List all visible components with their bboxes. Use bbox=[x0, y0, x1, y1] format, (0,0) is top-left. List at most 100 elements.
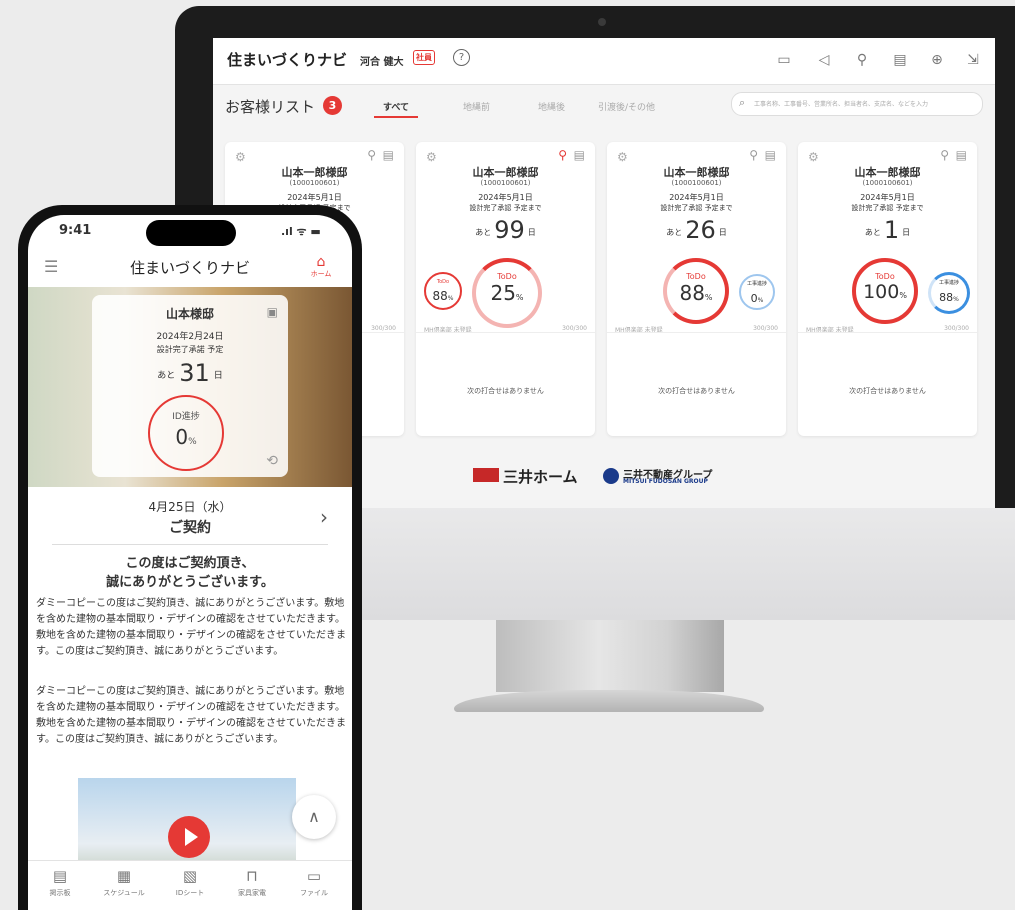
home-button[interactable]: ⌂ ホーム bbox=[308, 255, 334, 279]
staff-badge: 社員 bbox=[413, 50, 435, 65]
tab-after-groundbreaking[interactable]: 地縄後 bbox=[538, 100, 565, 113]
building-icon[interactable]: ▤ bbox=[765, 148, 776, 162]
milestone-date: 2024年5月1日 bbox=[669, 193, 724, 202]
status-time: 9:41 bbox=[59, 223, 92, 238]
plus-circle-icon[interactable]: ⊕ bbox=[929, 52, 945, 68]
pin-icon[interactable]: ⚲ bbox=[940, 148, 949, 162]
card-divider bbox=[607, 332, 786, 333]
building-icon[interactable]: ▤ bbox=[383, 148, 394, 162]
next-meeting: 次の打合せはありません bbox=[467, 387, 544, 395]
refresh-icon[interactable]: ⟲ bbox=[266, 453, 278, 469]
card-divider bbox=[416, 332, 595, 333]
monitor-stand bbox=[496, 620, 724, 692]
message-title-line2: 誠にありがとうございます。 bbox=[106, 575, 274, 590]
milestone-date: 2024年5月1日 bbox=[860, 193, 915, 202]
customer-count-badge: 3 bbox=[323, 96, 342, 115]
calendar-icon: ▦ bbox=[116, 867, 132, 885]
project-summary-card[interactable]: ▣ 山本様邸 2024年2月24日 設計完了承諾 予定 あと 31 日 ID進捗 0… bbox=[92, 295, 288, 477]
days-remaining: あと 1 日 bbox=[864, 216, 911, 244]
customer-card[interactable]: ⚙ ⚲ ▤ 山本一郎様邸 (1000100601) 2024年5月1日 設計完了… bbox=[416, 142, 595, 436]
message-paragraph: ダミーコピーこの度はご契約頂き、誠にありがとうございます。敷地を含めた建物の基本… bbox=[36, 686, 346, 745]
logout-icon[interactable]: ⇲ bbox=[965, 52, 981, 68]
settings-icon[interactable]: ⚙ bbox=[235, 150, 246, 164]
nav-item-id-sheet[interactable]: ▧ IDシート bbox=[160, 867, 220, 898]
megaphone-icon[interactable]: ◁ bbox=[816, 52, 832, 68]
todo-progress: ToDo 100% bbox=[852, 258, 918, 324]
building-icon[interactable]: ▤ bbox=[574, 148, 585, 162]
todo-progress-small: ToDo 88% bbox=[424, 272, 462, 310]
days-remaining: あと 99 日 bbox=[475, 216, 536, 244]
days-remaining: あと 26 日 bbox=[666, 216, 727, 244]
settings-icon[interactable]: ⚙ bbox=[426, 150, 437, 164]
board-icon: ▤ bbox=[52, 867, 68, 885]
event-title: ご契約 bbox=[169, 520, 211, 536]
pin-icon[interactable]: ⚲ bbox=[367, 148, 376, 162]
home-label: ホーム bbox=[310, 270, 332, 278]
building-icon[interactable]: ▤ bbox=[892, 52, 908, 68]
scroll-to-top-button[interactable]: ∧ bbox=[292, 795, 336, 839]
sheet-icon: ▧ bbox=[182, 867, 198, 885]
nav-item-board[interactable]: ▤ 掲示板 bbox=[30, 867, 90, 898]
dynamic-island bbox=[146, 220, 236, 246]
search-input[interactable]: ⌕ 工事名称、工事番号、営業所名、担当者名、支店名、などを入力 bbox=[731, 92, 983, 116]
mitsui-home-logo: 三井ホーム bbox=[503, 468, 578, 486]
phone-app-title: 住まいづくりナビ bbox=[129, 259, 250, 277]
tab-delivered-other[interactable]: 引渡後/その他 bbox=[598, 100, 655, 113]
construction-progress: 工事進捗 88% bbox=[928, 272, 970, 314]
bottom-nav: ▤ 掲示板 ▦ スケジュール ▧ IDシート ⊓ 家具家電 ▭ ファイル bbox=[28, 860, 352, 910]
milestone-date: 2024年5月1日 bbox=[287, 193, 342, 202]
todo-progress: ToDo 25% bbox=[472, 258, 542, 328]
customer-name: 山本一郎様邸 bbox=[472, 166, 539, 179]
customer-code: (1000100601) bbox=[289, 179, 340, 187]
desktop-header: 住まいづくりナビ 河合 健大 社員 ? ▭ ◁ ⚲ ▤ ⊕ ⇲ bbox=[213, 38, 995, 85]
message-paragraph: ダミーコピーこの度はご契約頂き、誠にありがとうございます。敷地を含めた建物の基本… bbox=[36, 598, 346, 657]
customer-card[interactable]: ⚙ ⚲ ▤ 山本一郎様邸 (1000100601) 2024年5月1日 設計完了… bbox=[607, 142, 786, 436]
app-title: 住まいづくりナビ bbox=[227, 51, 348, 69]
folder-icon: ▭ bbox=[306, 867, 322, 885]
settings-icon[interactable]: ⚙ bbox=[808, 150, 819, 164]
score: 300/300 bbox=[371, 325, 396, 332]
nav-item-files[interactable]: ▭ ファイル bbox=[284, 867, 344, 898]
divider bbox=[52, 544, 328, 545]
todo-progress: ToDo 88% bbox=[663, 258, 729, 324]
milestone-label: 設計完了承認 予定まで bbox=[660, 204, 733, 212]
pin-icon[interactable]: ⚲ bbox=[749, 148, 758, 162]
milestone-label: 設計完了承諾 予定 bbox=[156, 345, 224, 354]
mitsui-home-logo-mark bbox=[473, 468, 499, 482]
active-tab-indicator bbox=[374, 116, 418, 118]
pin-icon[interactable]: ⚲ bbox=[854, 52, 870, 68]
project-name: 山本様邸 bbox=[165, 307, 214, 321]
monitor-stand-base bbox=[454, 690, 764, 712]
id-progress-ring: ID進捗 0% bbox=[148, 395, 224, 471]
customer-list-heading: お客様リスト bbox=[225, 98, 316, 116]
message-title-line1: この度はご契約頂き、 bbox=[125, 556, 255, 571]
play-icon[interactable] bbox=[168, 816, 210, 858]
status-icons: .ıl ᯤ ▬ bbox=[281, 225, 321, 238]
card-divider bbox=[798, 332, 977, 333]
milestone-date: 2024年2月24日 bbox=[156, 332, 224, 342]
chevron-right-icon[interactable]: › bbox=[320, 505, 328, 529]
next-meeting: 次の打合せはありません bbox=[849, 387, 926, 395]
pin-icon[interactable]: ⚲ bbox=[558, 148, 567, 162]
settings-icon[interactable]: ⚙ bbox=[617, 150, 628, 164]
search-placeholder: 工事名称、工事番号、営業所名、担当者名、支店名、などを入力 bbox=[754, 101, 929, 108]
score: 300/300 bbox=[944, 325, 969, 332]
score: 300/300 bbox=[753, 325, 778, 332]
building-icon[interactable]: ▤ bbox=[956, 148, 967, 162]
home-icon: ⌂ bbox=[316, 254, 326, 270]
event-date: 4月25日（水） bbox=[148, 500, 232, 514]
nav-item-furniture[interactable]: ⊓ 家具家電 bbox=[222, 867, 282, 898]
folder-icon[interactable]: ▭ bbox=[776, 52, 792, 68]
help-icon[interactable]: ? bbox=[453, 49, 470, 66]
mitsui-fudosan-logo-mark bbox=[603, 468, 619, 484]
customer-name: 山本一郎様邸 bbox=[281, 166, 348, 179]
customer-code: (1000100601) bbox=[480, 179, 531, 187]
tab-all[interactable]: すべて bbox=[383, 100, 409, 113]
tab-before-groundbreaking[interactable]: 地縄前 bbox=[463, 100, 490, 113]
sofa-icon: ⊓ bbox=[246, 867, 258, 885]
customer-code: (1000100601) bbox=[671, 179, 722, 187]
milestone-label: 設計完了承認 予定まで bbox=[469, 204, 542, 212]
nav-item-schedule[interactable]: ▦ スケジュール bbox=[94, 867, 154, 898]
customer-card[interactable]: ⚙ ⚲ ▤ 山本一郎様邸 (1000100601) 2024年5月1日 設計完了… bbox=[798, 142, 977, 436]
construction-progress: 工事進捗 0% bbox=[739, 274, 775, 310]
